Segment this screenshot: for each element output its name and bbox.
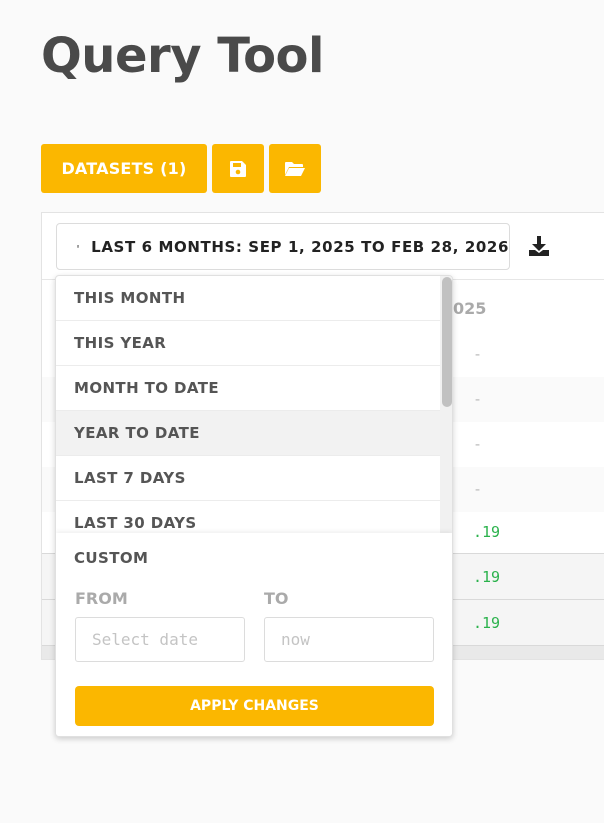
- option-year-to-date[interactable]: YEAR TO DATE: [56, 411, 440, 456]
- option-month-to-date[interactable]: MONTH TO DATE: [56, 366, 440, 411]
- floppy-disk-icon: [230, 160, 246, 177]
- from-date-input[interactable]: [75, 617, 245, 662]
- table-cell: .19: [473, 523, 501, 541]
- apply-changes-button[interactable]: APPLY CHANGES: [75, 686, 434, 726]
- from-label: FROM: [75, 589, 128, 608]
- preset-scrollbar[interactable]: [440, 276, 452, 533]
- to-date-input[interactable]: [264, 617, 434, 662]
- table-cell: .19: [473, 614, 501, 632]
- scrollbar-thumb[interactable]: [442, 277, 452, 407]
- preset-list: THIS MONTH THIS YEAR MONTH TO DATE YEAR …: [56, 276, 440, 533]
- table-cell: -: [473, 345, 483, 363]
- save-button[interactable]: [212, 144, 264, 193]
- date-range-label: LAST 6 MONTHS: SEP 1, 2025 TO FEB 28, 20…: [91, 237, 509, 256]
- folder-open-icon: [285, 161, 305, 176]
- option-last-7-days[interactable]: LAST 7 DAYS: [56, 456, 440, 501]
- option-this-year[interactable]: THIS YEAR: [56, 321, 440, 366]
- to-label: TO: [264, 589, 289, 608]
- toolbar: DATASETS (1): [41, 144, 321, 193]
- download-icon[interactable]: [528, 235, 550, 257]
- custom-title: CUSTOM: [74, 549, 149, 567]
- table-cell: .19: [473, 568, 501, 586]
- datasets-button[interactable]: DATASETS (1): [41, 144, 207, 193]
- page-title: Query Tool: [41, 28, 324, 84]
- custom-range-section: CUSTOM FROM TO APPLY CHANGES: [56, 533, 452, 736]
- table-cell: -: [473, 435, 483, 453]
- table-cell: -: [473, 390, 483, 408]
- table-cell: -: [473, 480, 483, 498]
- option-this-month[interactable]: THIS MONTH: [56, 276, 440, 321]
- column-header: 025: [453, 299, 487, 318]
- open-button[interactable]: [269, 144, 321, 193]
- panel-header: LAST 6 MONTHS: SEP 1, 2025 TO FEB 28, 20…: [42, 213, 604, 280]
- date-range-dropdown: THIS MONTH THIS YEAR MONTH TO DATE YEAR …: [55, 275, 453, 737]
- calendar-icon: [77, 245, 80, 248]
- option-last-30-days[interactable]: LAST 30 DAYS: [56, 501, 440, 533]
- date-range-button[interactable]: LAST 6 MONTHS: SEP 1, 2025 TO FEB 28, 20…: [56, 223, 510, 270]
